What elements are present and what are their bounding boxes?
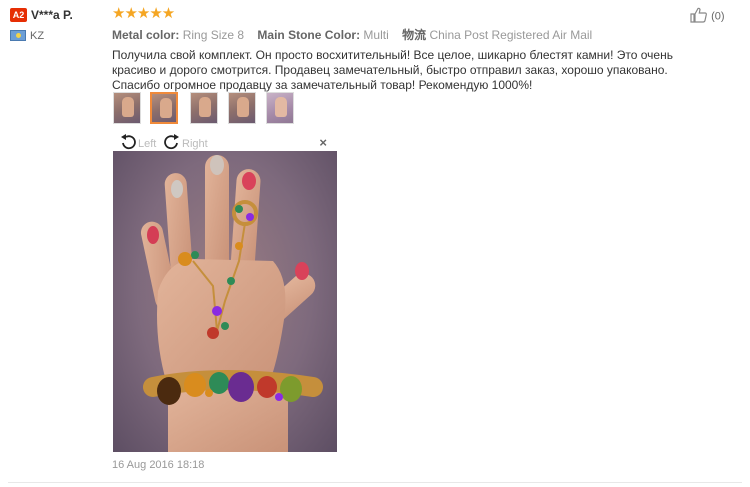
buyer-info: A2 V***a P. KZ — [10, 7, 100, 42]
attr-key-metal-color: Metal color: — [112, 28, 180, 42]
photo-viewer: Left Right × — [113, 133, 337, 452]
rotate-left-label[interactable]: Left — [138, 138, 156, 150]
review-date: 16 Aug 2016 18:18 — [112, 459, 205, 471]
rating-stars: ★★★★★ — [112, 5, 175, 22]
photo-thumbnail[interactable] — [266, 92, 294, 124]
close-viewer-button[interactable]: × — [319, 135, 327, 150]
review-photo — [113, 151, 337, 452]
attr-key-main-stone-color: Main Stone Color: — [257, 28, 361, 42]
hand-jewelry-illustration — [140, 155, 323, 452]
country-row: KZ — [10, 28, 100, 42]
photo-thumbnail-active[interactable] — [150, 92, 178, 124]
buyer-row: A2 V***a P. — [10, 7, 100, 22]
country-flag-icon — [10, 30, 26, 42]
photo-thumbnail[interactable] — [228, 92, 256, 124]
buyer-name: V***a P. — [31, 7, 73, 22]
attr-key-logistics: 物流 — [402, 28, 427, 42]
helpful-button[interactable]: (0) — [690, 7, 725, 26]
review-body: ★★★★★ Metal color: Ring Size 8 Main Ston… — [112, 6, 732, 93]
rotate-right-label[interactable]: Right — [182, 138, 208, 150]
photo-thumbnail[interactable] — [113, 92, 141, 124]
thumbs-up-icon[interactable] — [690, 7, 708, 26]
attr-value-logistics: China Post Registered Air Mail — [429, 28, 593, 42]
country-code: KZ — [30, 29, 45, 42]
review-divider — [8, 482, 742, 483]
attr-value-metal-color: Ring Size 8 — [182, 28, 245, 42]
review-text: Получила свой комплект. Он просто восхит… — [112, 48, 673, 92]
order-attributes: Metal color: Ring Size 8 Main Stone Colo… — [112, 26, 732, 43]
helpful-count: (0) — [711, 10, 725, 23]
viewer-toolbar: Left Right × — [113, 133, 337, 151]
buyer-level-badge: A2 — [10, 7, 27, 22]
photo-thumbnail[interactable] — [190, 92, 218, 124]
attr-value-main-stone-color: Multi — [363, 28, 389, 42]
